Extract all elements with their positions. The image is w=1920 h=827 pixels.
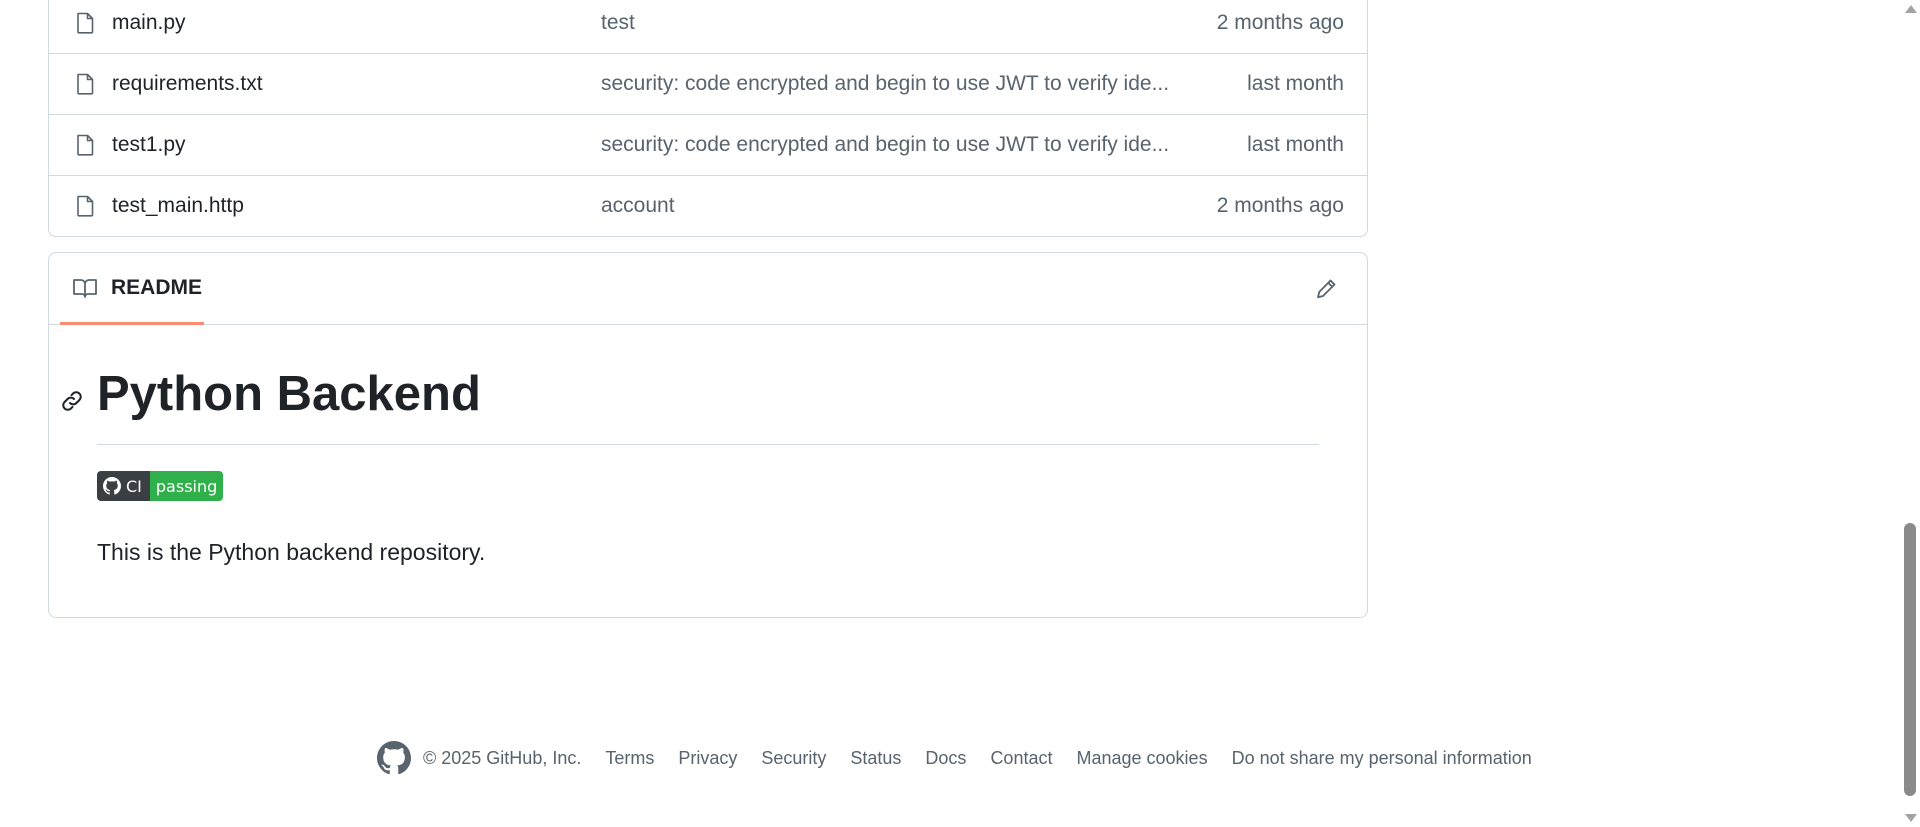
file-icon xyxy=(77,73,94,95)
commit-message-link[interactable]: security: code encrypted and begin to us… xyxy=(601,133,1221,157)
file-name-link[interactable]: requirements.txt xyxy=(112,72,263,96)
commit-time: last month xyxy=(1247,133,1344,156)
footer-link-do-not-share[interactable]: Do not share my personal information xyxy=(1232,748,1532,769)
file-name-link[interactable]: test1.py xyxy=(112,133,186,157)
readme-panel: README Python Backend CI passing This is… xyxy=(48,252,1368,618)
badge-label: CI xyxy=(97,471,150,501)
footer-link-status[interactable]: Status xyxy=(850,748,901,769)
title-divider xyxy=(97,444,1319,445)
edit-readme-button[interactable] xyxy=(1313,276,1339,302)
file-icon xyxy=(77,134,94,156)
footer-link-docs[interactable]: Docs xyxy=(925,748,966,769)
file-icon xyxy=(77,12,94,34)
github-logo-icon[interactable] xyxy=(377,741,411,775)
ci-status-badge[interactable]: CI passing xyxy=(97,471,224,501)
book-icon xyxy=(73,278,97,298)
link-icon[interactable] xyxy=(60,389,84,413)
footer-link-privacy[interactable]: Privacy xyxy=(678,748,737,769)
readme-tab[interactable]: README xyxy=(60,253,204,325)
scroll-down-arrow-icon[interactable] xyxy=(1905,814,1917,822)
file-row[interactable]: test_main.http account 2 months ago xyxy=(49,175,1367,236)
footer-link-terms[interactable]: Terms xyxy=(605,748,654,769)
file-name-link[interactable]: test_main.http xyxy=(112,194,244,218)
file-row[interactable]: test1.py security: code encrypted and be… xyxy=(49,114,1367,175)
file-list: main.py test 2 months ago requirements.t… xyxy=(48,0,1368,237)
footer-link-manage-cookies[interactable]: Manage cookies xyxy=(1076,748,1207,769)
badge-left-text: CI xyxy=(126,476,142,496)
vertical-scrollbar[interactable] xyxy=(1900,0,1920,827)
readme-header: README xyxy=(49,253,1367,325)
readme-title: Python Backend xyxy=(97,367,481,421)
commit-message-link[interactable]: test xyxy=(601,11,1221,35)
scrollbar-thumb[interactable] xyxy=(1904,523,1916,796)
file-icon xyxy=(77,195,94,217)
site-footer: © 2025 GitHub, Inc. Terms Privacy Securi… xyxy=(377,740,1556,776)
scroll-up-arrow-icon[interactable] xyxy=(1905,5,1917,13)
footer-link-contact[interactable]: Contact xyxy=(990,748,1052,769)
file-row[interactable]: requirements.txt security: code encrypte… xyxy=(49,53,1367,114)
file-name-link[interactable]: main.py xyxy=(112,11,186,35)
readme-paragraph: This is the Python backend repository. xyxy=(97,539,486,565)
badge-status-text: passing xyxy=(149,471,224,501)
commit-message-link[interactable]: account xyxy=(601,194,1221,218)
github-logo-icon xyxy=(103,477,121,495)
commit-message-link[interactable]: security: code encrypted and begin to us… xyxy=(601,72,1221,96)
file-row[interactable]: main.py test 2 months ago xyxy=(49,0,1367,53)
readme-tab-label: README xyxy=(111,275,203,299)
commit-time: 2 months ago xyxy=(1216,194,1344,217)
pencil-icon xyxy=(1317,279,1336,299)
footer-link-security[interactable]: Security xyxy=(761,748,826,769)
commit-time: 2 months ago xyxy=(1216,10,1344,34)
footer-copyright: © 2025 GitHub, Inc. xyxy=(423,747,582,768)
commit-time: last month xyxy=(1247,72,1344,95)
